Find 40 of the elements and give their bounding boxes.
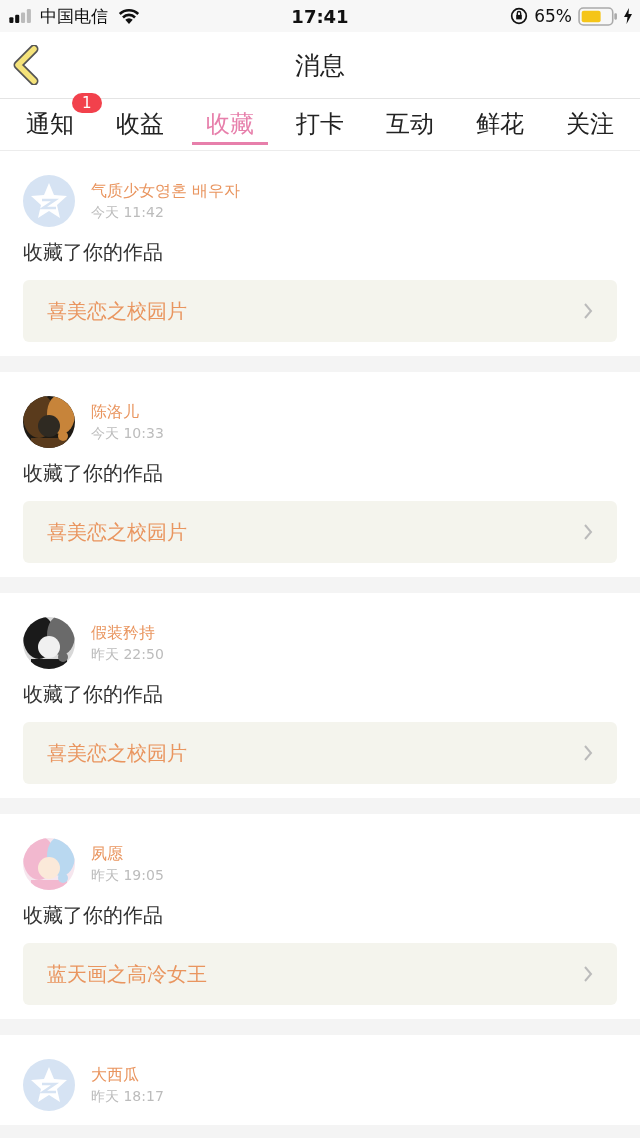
charging-icon <box>624 8 632 24</box>
work-link[interactable]: 蓝天画之高冷女王 <box>23 943 617 1005</box>
tab[interactable]: 收益 <box>102 99 178 145</box>
chevron-right-icon <box>583 965 593 983</box>
signal-icon <box>8 9 34 23</box>
tab[interactable]: 收藏 <box>192 99 268 145</box>
user-name[interactable]: 陈洛儿 <box>91 401 164 423</box>
tab[interactable]: 鲜花 <box>462 99 538 145</box>
message-text: 收藏了你的作品 <box>23 681 164 708</box>
default-avatar-icon <box>23 175 75 227</box>
clock-time: 17:41 <box>291 5 349 27</box>
message-time: 昨天 22:50 <box>91 645 164 664</box>
message-text: 收藏了你的作品 <box>23 902 164 929</box>
user-name[interactable]: 大西瓜 <box>91 1064 164 1086</box>
user-name[interactable]: 气质少女영혼 배우자 <box>91 180 241 202</box>
message-text: 收藏了你的作品 <box>23 460 164 487</box>
message-time: 昨天 18:17 <box>91 1087 164 1106</box>
chevron-right-icon <box>583 302 593 320</box>
message-text: 收藏了你的作品 <box>23 239 164 266</box>
battery-percent: 65% <box>534 6 572 26</box>
work-link[interactable]: 喜美恋之校园片 <box>23 722 617 784</box>
rotation-lock-icon <box>510 7 529 25</box>
tab[interactable]: 打卡 <box>282 99 358 145</box>
chevron-right-icon <box>583 744 593 762</box>
user-name[interactable]: 夙愿 <box>91 843 164 865</box>
chevron-right-icon <box>583 523 593 541</box>
user-name[interactable]: 假装矜持 <box>91 622 164 644</box>
wifi-icon <box>118 8 140 24</box>
page-title: 消息 <box>295 49 345 82</box>
unread-badge: 1 <box>72 93 102 113</box>
work-link[interactable]: 喜美恋之校园片 <box>23 501 617 563</box>
tab[interactable]: 关注 <box>552 99 628 145</box>
battery-icon <box>578 6 618 26</box>
carrier-name: 中国电信 <box>40 4 108 28</box>
message-time: 今天 10:33 <box>91 424 164 443</box>
message-time: 今天 11:42 <box>91 203 165 222</box>
tab[interactable]: 互动 <box>372 99 448 145</box>
work-link[interactable]: 喜美恋之校园片 <box>23 280 617 342</box>
message-time: 昨天 19:05 <box>91 866 164 885</box>
default-avatar-icon <box>23 1059 75 1111</box>
